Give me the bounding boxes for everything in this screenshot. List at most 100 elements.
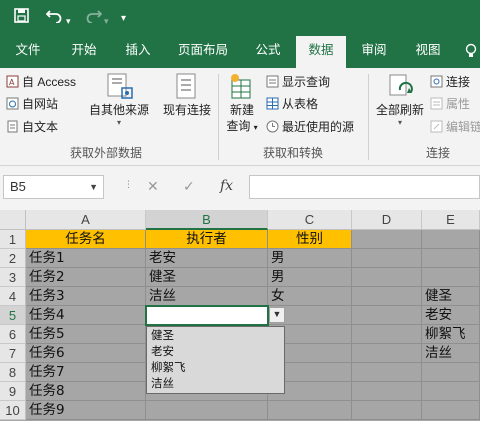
existing-connections-button[interactable]: 现有连接 bbox=[160, 72, 214, 118]
from-table-button[interactable]: 从表格 bbox=[266, 96, 318, 112]
enter-icon[interactable]: ✓ bbox=[183, 178, 195, 195]
tab-insert[interactable]: 插入 bbox=[114, 36, 162, 68]
edit-links-button[interactable]: 编辑链 bbox=[430, 119, 480, 135]
table-cell[interactable] bbox=[352, 344, 422, 363]
redo-dropdown-icon[interactable]: ▾ bbox=[104, 12, 109, 30]
table-cell[interactable] bbox=[352, 249, 422, 268]
tab-review[interactable]: 审阅 bbox=[350, 36, 398, 68]
new-query-label-2-text: 查询 bbox=[226, 119, 251, 133]
from-access-button[interactable]: A 自 Access bbox=[6, 74, 76, 90]
formula-input[interactable] bbox=[249, 175, 480, 199]
table-cell[interactable]: 任务3 bbox=[26, 287, 146, 306]
connections-button[interactable]: 连接 bbox=[430, 74, 470, 90]
table-cell[interactable]: 柳絮飞 bbox=[422, 325, 480, 344]
row-header-5[interactable]: 5 bbox=[0, 306, 26, 325]
table-cell[interactable] bbox=[352, 363, 422, 382]
table-cell[interactable]: 任务2 bbox=[26, 268, 146, 287]
table-cell[interactable] bbox=[352, 306, 422, 325]
table-cell[interactable]: 老安 bbox=[146, 249, 268, 268]
row-header-4[interactable]: 4 bbox=[0, 287, 26, 306]
column-header-b[interactable]: B bbox=[146, 210, 268, 230]
table-cell[interactable]: 任务4 bbox=[26, 306, 146, 325]
table-cell[interactable]: 任务1 bbox=[26, 249, 146, 268]
dropdown-option[interactable]: 柳絮飞 bbox=[147, 359, 284, 375]
table-cell[interactable]: 健圣 bbox=[422, 287, 480, 306]
table-cell[interactable] bbox=[352, 325, 422, 344]
select-all-button[interactable] bbox=[0, 210, 26, 230]
header-cell-gender[interactable]: 性别 bbox=[268, 230, 352, 249]
table-cell[interactable]: 洁丝 bbox=[146, 287, 268, 306]
table-cell[interactable] bbox=[422, 363, 480, 382]
table-cell[interactable] bbox=[146, 401, 268, 420]
tab-view[interactable]: 视图 bbox=[404, 36, 452, 68]
active-cell-b5[interactable] bbox=[145, 305, 269, 326]
validation-dropdown-button[interactable]: ▼ bbox=[269, 307, 285, 323]
row-header-8[interactable]: 8 bbox=[0, 363, 26, 382]
table-cell[interactable]: 老安 bbox=[422, 306, 480, 325]
table-cell[interactable] bbox=[352, 401, 422, 420]
insert-function-icon[interactable]: fx bbox=[220, 178, 233, 194]
table-cell[interactable] bbox=[422, 230, 480, 249]
row-header-10[interactable]: 10 bbox=[0, 401, 26, 420]
cancel-icon[interactable]: ✕ bbox=[147, 178, 159, 195]
dropdown-option[interactable]: 洁丝 bbox=[147, 375, 284, 391]
redo-icon[interactable] bbox=[84, 8, 103, 28]
lightbulb-icon[interactable] bbox=[462, 36, 480, 68]
table-cell[interactable] bbox=[352, 287, 422, 306]
table-cell[interactable]: 女 bbox=[268, 287, 352, 306]
table-cell[interactable]: 洁丝 bbox=[422, 344, 480, 363]
other-sources-dropdown-icon: ▾ bbox=[116, 118, 121, 127]
table-cell[interactable] bbox=[422, 382, 480, 401]
row-header-6[interactable]: 6 bbox=[0, 325, 26, 344]
table-cell[interactable] bbox=[268, 401, 352, 420]
column-header-e[interactable]: E bbox=[422, 210, 480, 230]
customize-icon[interactable]: ▾ bbox=[121, 10, 126, 28]
row-header-1[interactable]: 1 bbox=[0, 230, 26, 249]
undo-dropdown-icon[interactable]: ▾ bbox=[66, 12, 71, 30]
table-cell[interactable] bbox=[422, 249, 480, 268]
table-cell[interactable]: 任务7 bbox=[26, 363, 146, 382]
row-header-3[interactable]: 3 bbox=[0, 268, 26, 287]
table-cell[interactable]: 任务6 bbox=[26, 344, 146, 363]
show-queries-button[interactable]: 显示查询 bbox=[266, 74, 330, 90]
header-cell-executor[interactable]: 执行者 bbox=[146, 230, 268, 249]
row-header-7[interactable]: 7 bbox=[0, 344, 26, 363]
dropdown-option[interactable]: 老安 bbox=[147, 343, 284, 359]
table-cell[interactable] bbox=[422, 401, 480, 420]
table-cell[interactable]: 健圣 bbox=[146, 268, 268, 287]
new-query-dropdown-icon: ▾ bbox=[253, 123, 258, 132]
column-header-a[interactable]: A bbox=[26, 210, 146, 230]
table-cell[interactable] bbox=[422, 268, 480, 287]
row-header-2[interactable]: 2 bbox=[0, 249, 26, 268]
table-cell[interactable]: 男 bbox=[268, 268, 352, 287]
table-cell[interactable] bbox=[352, 382, 422, 401]
table-cell[interactable]: 任务9 bbox=[26, 401, 146, 420]
table-cell[interactable]: 任务8 bbox=[26, 382, 146, 401]
new-query-label-2: 查询 ▾ bbox=[222, 118, 262, 136]
name-box[interactable]: B5 ▼ bbox=[3, 175, 104, 199]
from-other-sources-button[interactable]: 自其他来源 ▾ bbox=[88, 72, 150, 128]
from-web-button[interactable]: 自网站 bbox=[6, 96, 58, 112]
tab-page-layout[interactable]: 页面布局 bbox=[170, 36, 236, 68]
row-header-9[interactable]: 9 bbox=[0, 382, 26, 401]
header-cell-task[interactable]: 任务名 bbox=[26, 230, 146, 249]
name-box-dropdown-icon[interactable]: ▼ bbox=[89, 176, 98, 198]
refresh-all-button[interactable]: 全部刷新 ▾ bbox=[372, 72, 428, 128]
from-text-button[interactable]: 自文本 bbox=[6, 119, 58, 135]
recent-sources-button[interactable]: 最近使用的源 bbox=[266, 119, 354, 135]
save-icon[interactable] bbox=[14, 8, 29, 28]
column-header-c[interactable]: C bbox=[268, 210, 352, 230]
tab-home[interactable]: 开始 bbox=[60, 36, 108, 68]
tab-formulas[interactable]: 公式 bbox=[244, 36, 292, 68]
table-cell[interactable]: 任务5 bbox=[26, 325, 146, 344]
new-query-button[interactable]: 新建 查询 ▾ bbox=[222, 72, 262, 136]
column-header-d[interactable]: D bbox=[352, 210, 422, 230]
tab-data[interactable]: 数据 bbox=[296, 36, 346, 68]
tab-file[interactable]: 文件 bbox=[4, 36, 52, 68]
properties-button[interactable]: 属性 bbox=[430, 96, 470, 112]
table-cell[interactable]: 男 bbox=[268, 249, 352, 268]
undo-icon[interactable] bbox=[45, 8, 64, 28]
dropdown-option[interactable]: 健圣 bbox=[147, 327, 284, 343]
table-cell[interactable] bbox=[352, 230, 422, 249]
table-cell[interactable] bbox=[352, 268, 422, 287]
